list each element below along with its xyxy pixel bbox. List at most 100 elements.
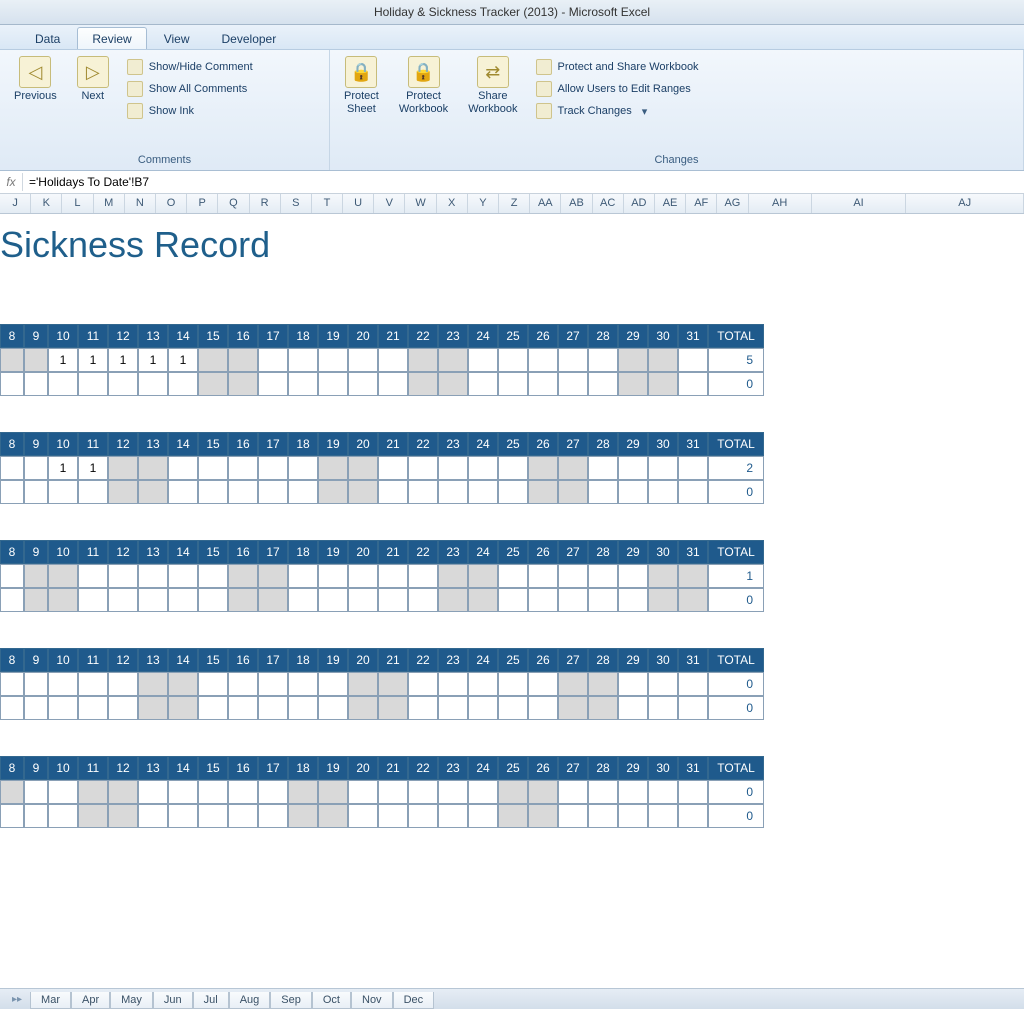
day-cell[interactable]: [318, 456, 348, 480]
col-header-T[interactable]: T: [312, 194, 343, 213]
day-cell[interactable]: [198, 348, 228, 372]
tab-view[interactable]: View: [149, 27, 205, 49]
day-cell[interactable]: [138, 588, 168, 612]
day-cell[interactable]: 1: [48, 456, 78, 480]
sheet-tab-nov[interactable]: Nov: [351, 992, 393, 1009]
col-header-R[interactable]: R: [250, 194, 281, 213]
day-cell[interactable]: [138, 672, 168, 696]
col-header-W[interactable]: W: [405, 194, 436, 213]
col-header-X[interactable]: X: [437, 194, 468, 213]
formula-input[interactable]: [22, 173, 1024, 191]
day-cell[interactable]: [318, 480, 348, 504]
day-cell[interactable]: [78, 480, 108, 504]
day-cell[interactable]: [528, 672, 558, 696]
share-workbook-button[interactable]: ⇄ Share Workbook: [462, 54, 523, 118]
day-cell[interactable]: [648, 672, 678, 696]
day-cell[interactable]: [228, 780, 258, 804]
day-cell[interactable]: [108, 564, 138, 588]
day-cell[interactable]: [468, 348, 498, 372]
day-cell[interactable]: [528, 480, 558, 504]
day-cell[interactable]: [678, 456, 708, 480]
day-cell[interactable]: 1: [168, 348, 198, 372]
day-cell[interactable]: [24, 588, 48, 612]
day-cell[interactable]: [258, 588, 288, 612]
day-cell[interactable]: [648, 348, 678, 372]
day-cell[interactable]: [378, 348, 408, 372]
day-cell[interactable]: [228, 348, 258, 372]
day-cell[interactable]: [78, 372, 108, 396]
day-cell[interactable]: [348, 672, 378, 696]
col-header-Q[interactable]: Q: [218, 194, 249, 213]
day-cell[interactable]: [0, 372, 24, 396]
day-cell[interactable]: [408, 696, 438, 720]
day-cell[interactable]: [78, 672, 108, 696]
day-cell[interactable]: [438, 348, 468, 372]
col-header-Y[interactable]: Y: [468, 194, 499, 213]
day-cell[interactable]: [24, 456, 48, 480]
day-cell[interactable]: [198, 372, 228, 396]
col-header-AA[interactable]: AA: [530, 194, 561, 213]
day-cell[interactable]: [408, 780, 438, 804]
day-cell[interactable]: [288, 672, 318, 696]
day-cell[interactable]: [618, 780, 648, 804]
day-cell[interactable]: [678, 372, 708, 396]
tab-developer[interactable]: Developer: [207, 27, 292, 49]
day-cell[interactable]: [318, 564, 348, 588]
day-cell[interactable]: [0, 456, 24, 480]
day-cell[interactable]: [588, 804, 618, 828]
day-cell[interactable]: [108, 480, 138, 504]
col-header-Z[interactable]: Z: [499, 194, 530, 213]
day-cell[interactable]: [678, 696, 708, 720]
day-cell[interactable]: [78, 804, 108, 828]
day-cell[interactable]: [498, 564, 528, 588]
day-cell[interactable]: [468, 372, 498, 396]
sheet-nav-icons[interactable]: ▸▸: [6, 994, 28, 1005]
previous-comment-button[interactable]: ◁ Previous: [8, 54, 63, 105]
day-cell[interactable]: [648, 588, 678, 612]
sheet-tab-sep[interactable]: Sep: [270, 992, 312, 1009]
day-cell[interactable]: [108, 780, 138, 804]
day-cell[interactable]: [378, 780, 408, 804]
day-cell[interactable]: [618, 480, 648, 504]
day-cell[interactable]: [468, 480, 498, 504]
allow-users-button[interactable]: Allow Users to Edit Ranges: [532, 80, 703, 98]
track-changes-button[interactable]: Track Changes▾: [532, 102, 703, 120]
day-cell[interactable]: [318, 804, 348, 828]
day-cell[interactable]: [168, 456, 198, 480]
day-cell[interactable]: [408, 480, 438, 504]
day-cell[interactable]: [288, 804, 318, 828]
day-cell[interactable]: [258, 672, 288, 696]
day-cell[interactable]: [468, 564, 498, 588]
day-cell[interactable]: [78, 696, 108, 720]
day-cell[interactable]: [498, 804, 528, 828]
day-cell[interactable]: [438, 372, 468, 396]
sheet-tab-mar[interactable]: Mar: [30, 992, 71, 1009]
day-cell[interactable]: [678, 804, 708, 828]
day-cell[interactable]: [648, 804, 678, 828]
col-header-J[interactable]: J: [0, 194, 31, 213]
day-cell[interactable]: [228, 804, 258, 828]
day-cell[interactable]: [258, 456, 288, 480]
day-cell[interactable]: [0, 564, 24, 588]
day-cell[interactable]: [528, 348, 558, 372]
day-cell[interactable]: [288, 564, 318, 588]
col-header-AF[interactable]: AF: [686, 194, 717, 213]
day-cell[interactable]: [588, 780, 618, 804]
day-cell[interactable]: [24, 696, 48, 720]
day-cell[interactable]: [378, 564, 408, 588]
day-cell[interactable]: [648, 696, 678, 720]
day-cell[interactable]: [168, 696, 198, 720]
day-cell[interactable]: [588, 480, 618, 504]
day-cell[interactable]: [588, 672, 618, 696]
col-header-AJ[interactable]: AJ: [906, 194, 1024, 213]
day-cell[interactable]: [378, 804, 408, 828]
day-cell[interactable]: [318, 348, 348, 372]
day-cell[interactable]: [198, 456, 228, 480]
sheet-tab-jun[interactable]: Jun: [153, 992, 193, 1009]
day-cell[interactable]: [588, 696, 618, 720]
day-cell[interactable]: [618, 696, 648, 720]
day-cell[interactable]: [198, 672, 228, 696]
day-cell[interactable]: [168, 804, 198, 828]
day-cell[interactable]: [528, 696, 558, 720]
day-cell[interactable]: [558, 372, 588, 396]
